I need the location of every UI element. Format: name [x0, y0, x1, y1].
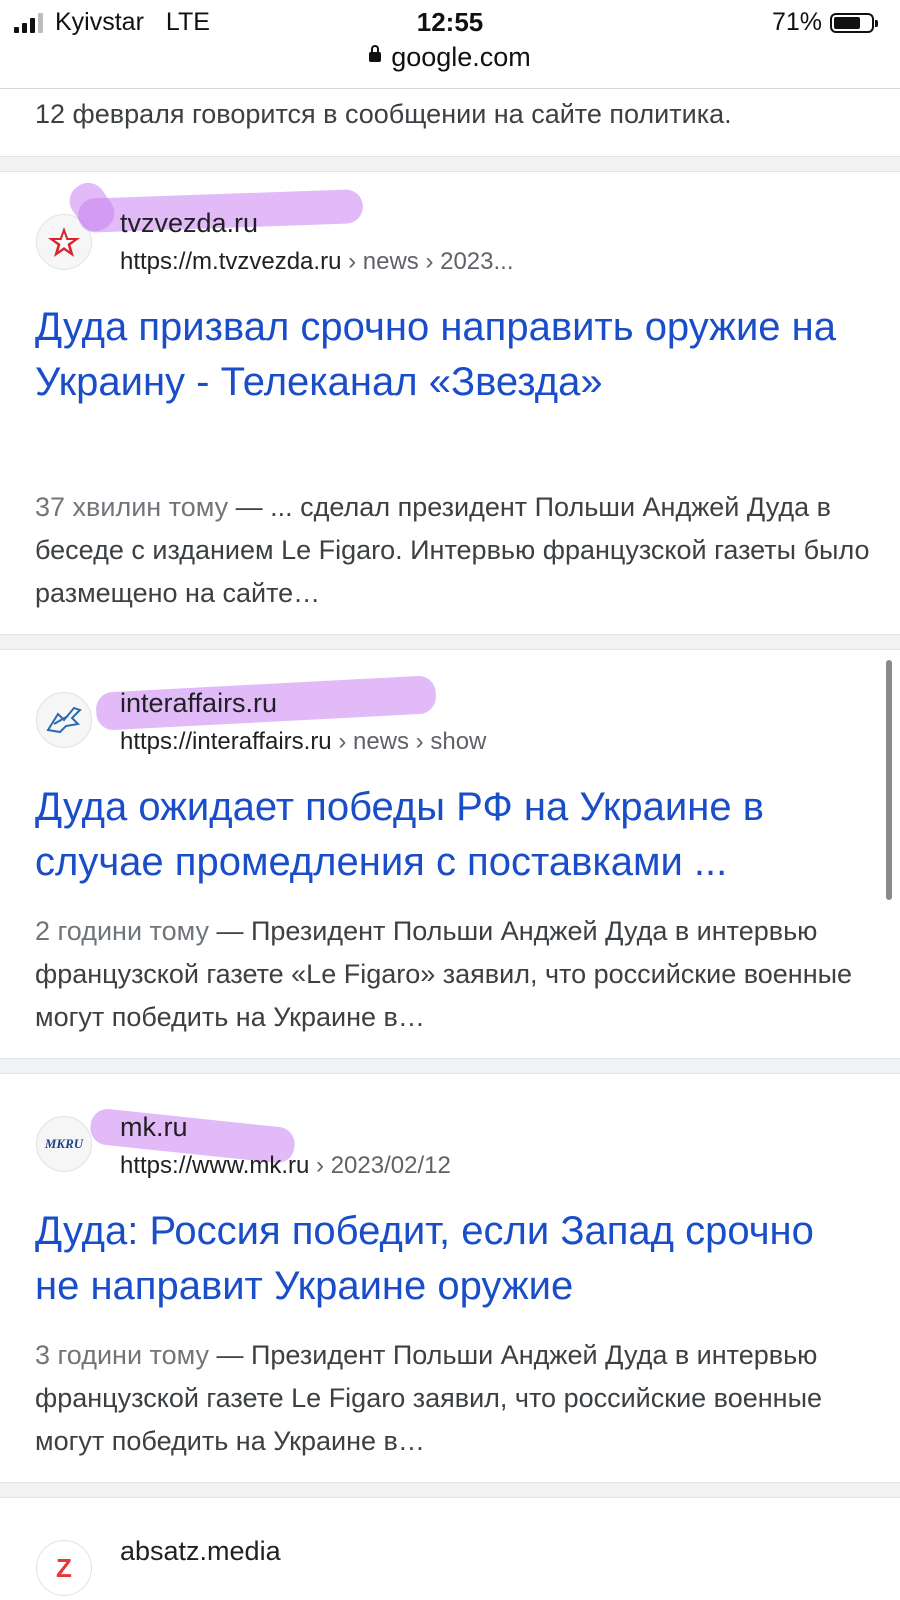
status-right: 71% [771, 8, 878, 37]
battery-percent: 71% [771, 8, 822, 36]
result-divider [0, 1058, 900, 1074]
result-site-name: interaffairs.ru [120, 688, 278, 718]
result-site-name: absatz.media [120, 1536, 281, 1566]
result-url[interactable]: https://www.mk.ru › 2023/02/12 [120, 1152, 451, 1180]
clock: 12:55 [416, 7, 484, 37]
result-title-link[interactable]: Дуда ожидает победы РФ на Украине в случ… [35, 780, 865, 890]
griffin-logo-icon [36, 692, 92, 748]
result-site-name: tvzvezda.ru [120, 208, 259, 238]
result-snippet: 37 хвилин тому — ... сделал президент По… [35, 492, 870, 608]
absatz-logo-icon: Z [36, 1540, 92, 1596]
status-bar: Kyivstar LTE 12:55 71% google.com [0, 0, 900, 89]
result-snippet: 2 години тому — Президент Польши Анджей … [35, 916, 853, 1032]
address-bar[interactable]: google.com [0, 42, 900, 73]
result-site-name: mk.ru [120, 1112, 188, 1142]
result-url[interactable]: https://interaffairs.ru › news › show [120, 728, 486, 756]
result-url[interactable]: https://m.tvzvezda.ru › news › 2023... [120, 248, 514, 276]
result-divider [0, 1482, 900, 1498]
result-divider [0, 634, 900, 650]
scrollbar[interactable] [886, 660, 892, 900]
result-title-link[interactable]: Дуда призвал срочно направить оружие на … [35, 300, 865, 410]
battery-icon [830, 12, 878, 33]
result-title-link[interactable]: Дуда: Россия победит, если Запад срочно … [35, 1204, 865, 1314]
result-snippet: 3 години тому — Президент Польши Анджей … [35, 1340, 822, 1456]
mk-logo-icon: MKRU [36, 1116, 92, 1172]
lock-icon [369, 44, 382, 62]
address-text: google.com [391, 42, 531, 72]
result-divider [0, 156, 900, 172]
previous-result-snippet: 12 февраля говорится в сообщении на сайт… [35, 99, 732, 129]
